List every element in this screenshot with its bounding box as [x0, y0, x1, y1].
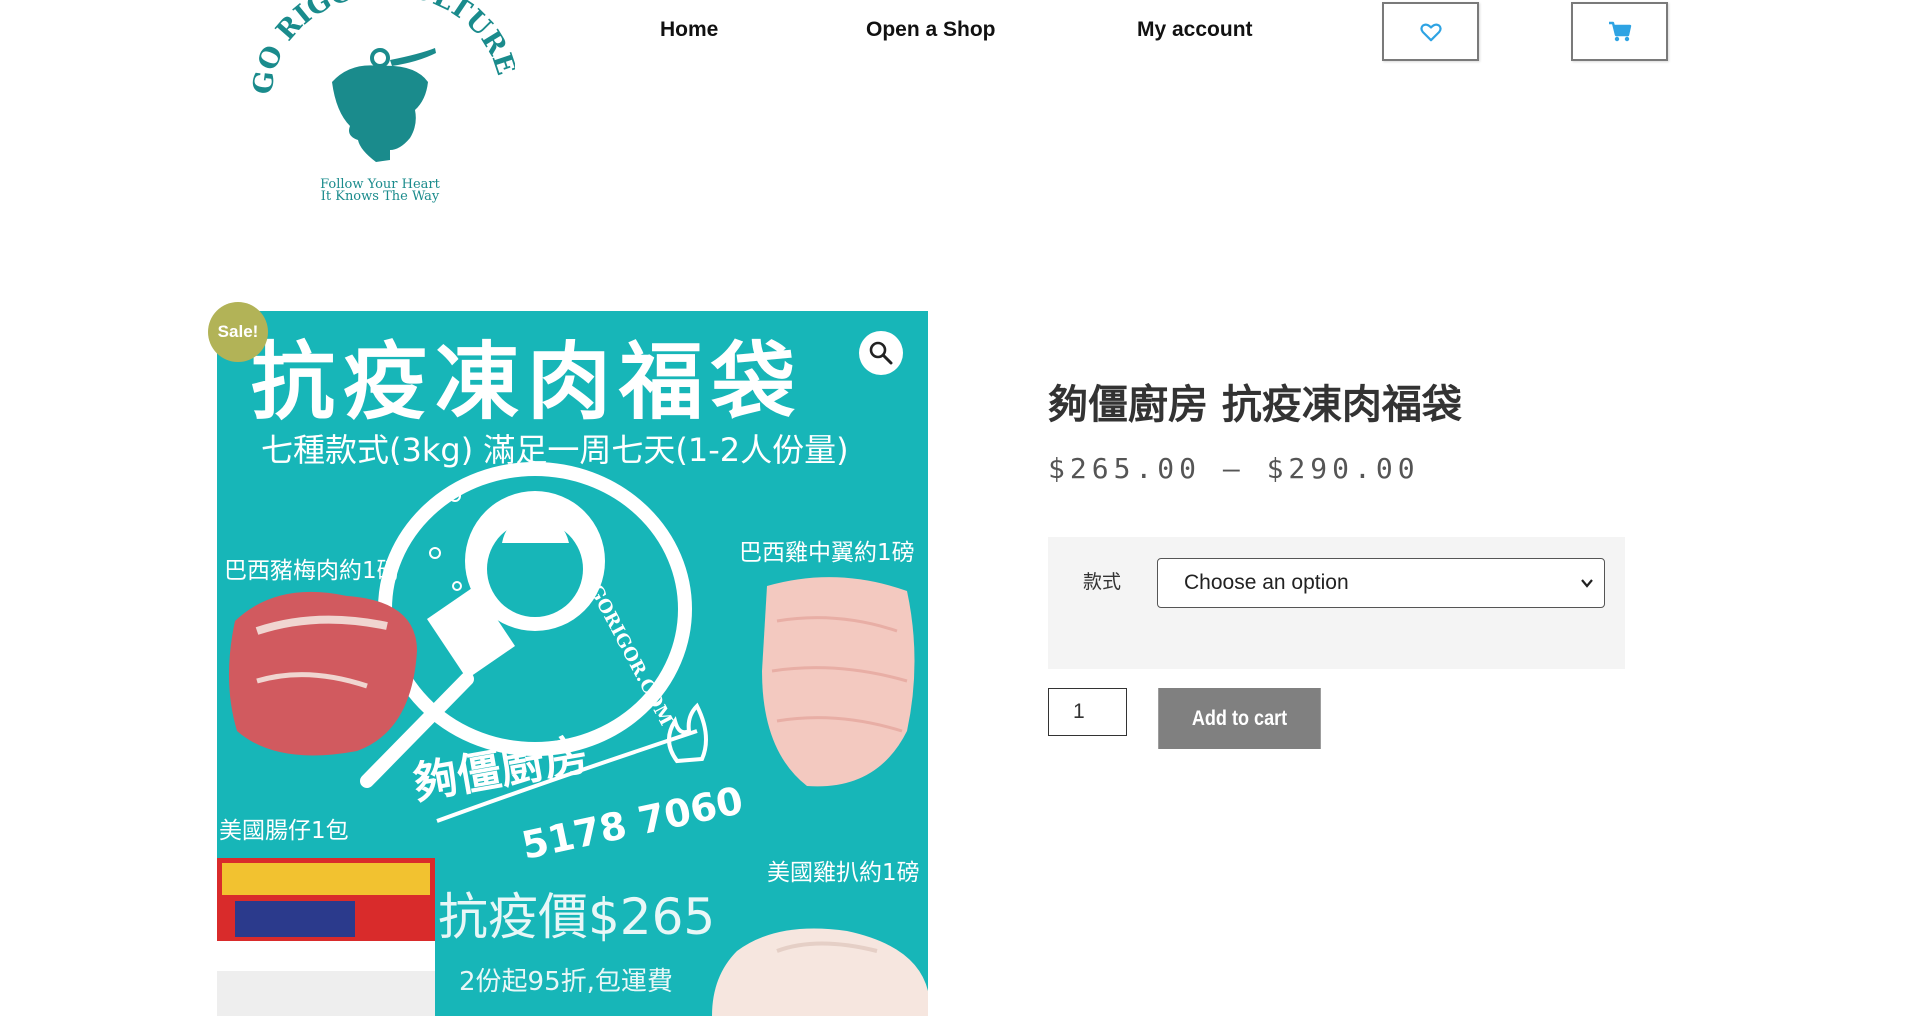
product-title: 夠僵廚房 抗疫凍肉福袋	[1048, 382, 1462, 428]
site-logo[interactable]: GO RIGOR CULTURE Follow Your Heart It Kn…	[250, 0, 515, 205]
add-to-cart-button[interactable]: Add to cart	[1158, 688, 1321, 749]
cart-icon	[1608, 21, 1631, 41]
product-image[interactable]: 抗疫凍肉福袋 七種款式(3kg) 滿足一周七天(1-2人份量) 巴西豬梅肉約1磅…	[217, 311, 928, 1016]
heart-icon	[1419, 23, 1442, 41]
variation-select-value: Choose an option	[1184, 571, 1349, 594]
chevron-down-icon	[1581, 579, 1593, 588]
cart-button[interactable]	[1571, 2, 1668, 61]
quantity-input[interactable]: 1	[1048, 688, 1127, 736]
variation-label: 款式	[1083, 571, 1122, 593]
image-subtitle: 七種款式(3kg) 滿足一周七天(1-2人份量)	[261, 431, 849, 469]
variation-select[interactable]: Choose an option	[1157, 558, 1605, 608]
image-label-sausage: 美國腸仔1包	[219, 818, 349, 844]
nav-open-a-shop[interactable]: Open a Shop	[866, 18, 996, 42]
nav-my-account[interactable]: My account	[1137, 18, 1253, 42]
image-promo-price: 抗疫價$265	[438, 888, 716, 946]
variations-panel: 款式 Choose an option	[1048, 537, 1625, 669]
logo-tagline-2: It Knows The Way	[321, 189, 440, 204]
image-label-thigh: 美國雞扒約1磅	[767, 860, 920, 886]
sale-badge: Sale!	[208, 302, 268, 362]
product-price-range: $265.00 – $290.00	[1048, 452, 1420, 485]
nav-home[interactable]: Home	[660, 18, 718, 42]
image-label-wings: 巴西雞中翼約1磅	[739, 540, 915, 566]
wishlist-button[interactable]	[1382, 2, 1479, 61]
image-discount: 2份起95折,包運費	[459, 967, 673, 997]
image-label-pork: 巴西豬梅肉約1磅	[224, 558, 400, 584]
magnifier-icon	[869, 341, 893, 365]
image-headline: 抗疫凍肉福袋	[251, 333, 804, 431]
zoom-button[interactable]	[859, 331, 903, 375]
